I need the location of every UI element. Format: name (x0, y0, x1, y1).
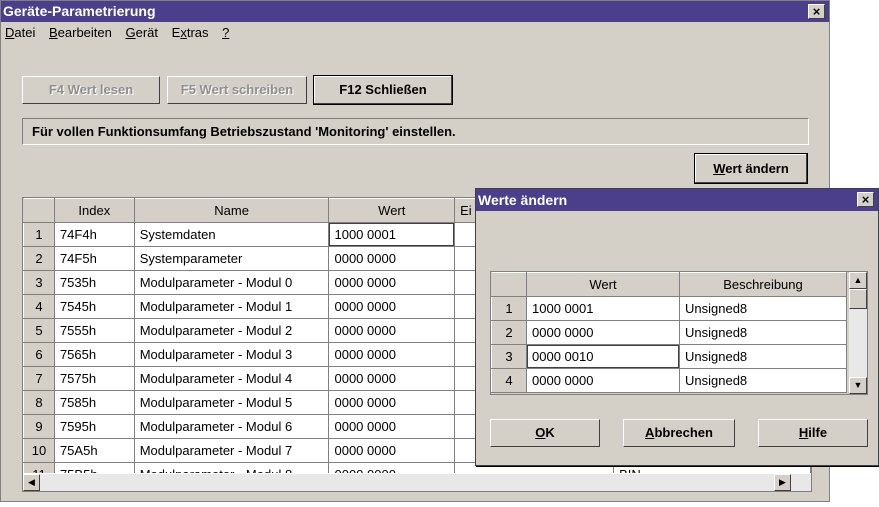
menu-geraet[interactable]: Gerät (126, 23, 159, 43)
dialog-title-bar: Werte ändern × (476, 189, 878, 211)
row-number: 5 (23, 318, 55, 343)
row-number: 9 (23, 414, 55, 439)
cancel-button[interactable]: Abbrechen (623, 419, 735, 447)
scroll-down-icon[interactable]: ▼ (849, 377, 867, 394)
cell-value[interactable]: 0000 0000 (328, 414, 456, 439)
cell-value[interactable]: 0000 0000 (328, 246, 456, 271)
cell-value[interactable]: 0000 0000 (328, 294, 456, 319)
window-title: Geräte-Parametrierung (3, 3, 156, 19)
cell-index[interactable]: 7565h (54, 342, 135, 367)
values-grid: Wert Beschreibung 1 1000 0001 Unsigned8 2 00… (491, 272, 847, 393)
cell-name[interactable]: Modulparameter - Modul 2 (134, 318, 330, 343)
cell-description[interactable]: Unsigned8 (679, 344, 847, 369)
column-header-name[interactable]: Name (134, 198, 330, 223)
cell-value[interactable]: 0000 0000 (526, 368, 680, 393)
values-row[interactable]: 4 0000 0000 Unsigned8 (491, 368, 847, 393)
row-number: 4 (491, 368, 527, 393)
cell-index[interactable]: 7555h (54, 318, 135, 343)
cell-name[interactable]: Modulparameter - Modul 4 (134, 366, 330, 391)
values-table: Wert Beschreibung 1 1000 0001 Unsigned8 2 00… (490, 271, 868, 395)
cell-index[interactable]: 75A5h (54, 438, 135, 463)
row-number: 10 (23, 438, 55, 463)
scroll-right-icon[interactable]: ▶ (774, 474, 791, 491)
column-header-index[interactable]: Index (54, 198, 135, 223)
row-number: 6 (23, 342, 55, 367)
cell-value[interactable]: 1000 0001 (526, 296, 680, 321)
cell-value[interactable]: 0000 0000 (328, 366, 456, 391)
cell-index[interactable]: 74F5h (54, 246, 135, 271)
menu-extras[interactable]: Extras (172, 23, 209, 43)
read-value-button[interactable]: F4 Wert lesen (22, 76, 160, 104)
values-header: Wert Beschreibung (491, 272, 847, 297)
cell-name[interactable]: Modulparameter - Modul 0 (134, 270, 330, 295)
row-number: 3 (23, 270, 55, 295)
column-header-value[interactable]: Wert (526, 272, 680, 297)
cell-index[interactable]: 7585h (54, 390, 135, 415)
cell-name[interactable]: Modulparameter - Modul 7 (134, 438, 330, 463)
values-row[interactable]: 1 1000 0001 Unsigned8 (491, 296, 847, 321)
cell-value[interactable]: 1000 0001 (328, 222, 456, 247)
cell-value[interactable]: 0000 0000 (328, 438, 456, 463)
cell-index[interactable]: 7545h (54, 294, 135, 319)
column-header-wert[interactable]: Wert (328, 198, 456, 223)
cell-value[interactable]: 0000 0000 (328, 318, 456, 343)
row-number: 1 (491, 296, 527, 321)
cell-index[interactable]: 7535h (54, 270, 135, 295)
cell-description[interactable]: Unsigned8 (679, 368, 847, 393)
row-number: 2 (23, 246, 55, 271)
cell-name[interactable]: Systemparameter (134, 246, 330, 271)
menu-bar: Datei Bearbeiten Gerät Extras ? (1, 23, 235, 43)
row-number: 3 (491, 344, 527, 369)
cell-index[interactable]: 7575h (54, 366, 135, 391)
cell-description[interactable]: Unsigned8 (679, 320, 847, 345)
cell-value[interactable]: 0000 0000 (526, 320, 680, 345)
row-number: 1 (23, 222, 55, 247)
row-number: 4 (23, 294, 55, 319)
values-corner-cell (491, 272, 527, 297)
values-row[interactable]: 3 0000 0010 Unsigned8 (491, 344, 847, 369)
cell-name[interactable]: Modulparameter - Modul 1 (134, 294, 330, 319)
cell-value[interactable]: 0000 0000 (328, 270, 456, 295)
vertical-scrollbar[interactable]: ▲ ▼ (849, 272, 867, 394)
scroll-up-icon[interactable]: ▲ (849, 272, 867, 289)
row-number: 7 (23, 366, 55, 391)
column-header-description[interactable]: Beschreibung (679, 272, 847, 297)
cell-value[interactable]: 0000 0000 (328, 342, 456, 367)
row-number: 2 (491, 320, 527, 345)
ok-button[interactable]: OK (490, 419, 600, 447)
values-row[interactable]: 2 0000 0000 Unsigned8 (491, 320, 847, 345)
help-button[interactable]: Hilfe (758, 419, 868, 447)
corner-cell (23, 198, 55, 223)
cell-name[interactable]: Modulparameter - Modul 5 (134, 390, 330, 415)
dialog-title: Werte ändern (478, 192, 568, 208)
row-number: 8 (23, 390, 55, 415)
horizontal-scrollbar[interactable]: ◀ ▶ (23, 473, 811, 491)
cell-value[interactable]: 0000 0000 (328, 390, 456, 415)
cell-name[interactable]: Systemdaten (134, 222, 330, 247)
close-icon[interactable]: × (808, 4, 825, 19)
cell-index[interactable]: 74F4h (54, 222, 135, 247)
cell-name[interactable]: Modulparameter - Modul 3 (134, 342, 330, 367)
menu-datei[interactable]: Datei (5, 23, 35, 43)
change-value-button[interactable]: Wert ändern (694, 153, 808, 184)
title-bar: Geräte-Parametrierung × (1, 1, 829, 22)
cell-name[interactable]: Modulparameter - Modul 6 (134, 414, 330, 439)
close-button[interactable]: F12 Schließen (313, 75, 453, 105)
scroll-thumb[interactable] (849, 289, 867, 309)
dialog-close-icon[interactable]: × (857, 192, 874, 207)
cell-index[interactable]: 7595h (54, 414, 135, 439)
scroll-left-icon[interactable]: ◀ (23, 474, 40, 491)
menu-help[interactable]: ? (222, 23, 229, 43)
values-dialog: Werte ändern × Wert Beschreibung 1 1000 0… (475, 188, 879, 466)
write-value-button[interactable]: F5 Wert schreiben (167, 76, 307, 104)
info-message: Für vollen Funktionsumfang Betriebszusta… (22, 118, 809, 145)
cell-value[interactable]: 0000 0010 (526, 344, 680, 369)
menu-bearbeiten[interactable]: Bearbeiten (49, 23, 112, 43)
cell-description[interactable]: Unsigned8 (679, 296, 847, 321)
